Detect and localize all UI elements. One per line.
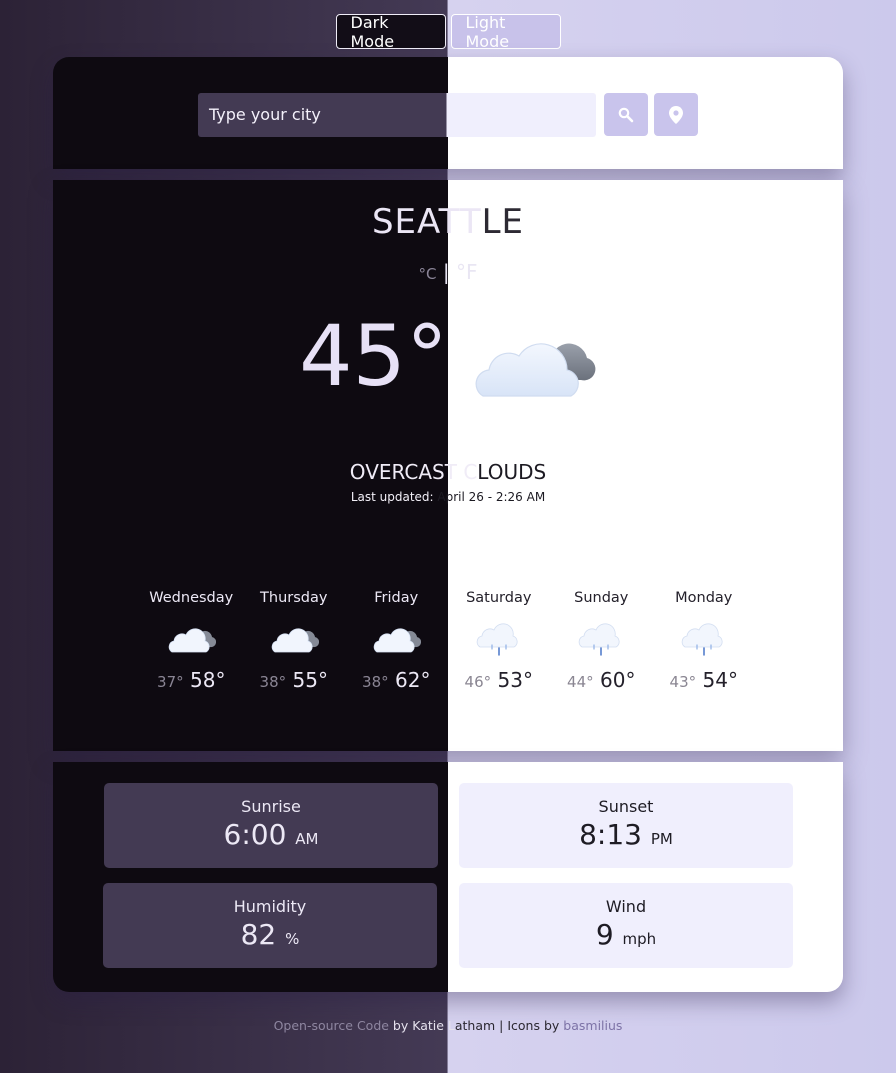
city-search-input[interactable]: Type your city: [198, 93, 596, 137]
wind-value: 9 mph: [595, 918, 657, 951]
celsius-link[interactable]: °C: [419, 265, 437, 283]
sunset-tile: Sunset 8:13 PM: [459, 783, 793, 868]
forecast-day: Wednesday 37° 58°: [140, 590, 243, 692]
location-pin-icon: [669, 105, 683, 124]
sunrise-label: Sunrise: [241, 797, 301, 816]
dark-mode-button[interactable]: Dark Mode: [335, 13, 446, 51]
overcast-clouds-icon: [471, 328, 596, 407]
forecast-temps: 37° 58°: [157, 668, 226, 692]
rain-cloud-icon: [550, 610, 653, 668]
search-button[interactable]: [604, 93, 648, 136]
cloudy-icon: [345, 610, 448, 668]
forecast-day: Monday 43° 54°: [653, 590, 756, 692]
fahrenheit-link[interactable]: °F: [456, 260, 478, 284]
forecast-day-name: Wednesday: [149, 590, 234, 606]
forecast-day: Friday 38° 62°: [345, 590, 448, 692]
forecast-day-name: Saturday: [466, 590, 532, 606]
forecast-day: Saturday 46° 53°: [448, 590, 551, 692]
city-name: SEATTLE: [371, 202, 525, 242]
humidity-value: 82 %: [240, 918, 300, 951]
footer: Open-source Code by Katie Latham | Icons…: [273, 1018, 623, 1033]
forecast-temps: 38° 55°: [259, 668, 328, 692]
source-code-link[interactable]: Open-source Code: [274, 1018, 389, 1033]
forecast-temps: 46° 53°: [464, 668, 533, 692]
current-location-button[interactable]: [654, 93, 698, 136]
wind-tile: Wind 9 mph: [459, 883, 793, 968]
sunset-value: 8:13 PM: [579, 818, 673, 851]
mode-toggle: Dark Mode Light Mode: [0, 13, 896, 51]
forecast-day-name: Thursday: [260, 590, 328, 606]
search-icon: [618, 107, 634, 122]
last-updated: Last updated: April 26 - 2:26 AM: [350, 490, 546, 504]
light-mode-button[interactable]: Light Mode: [450, 13, 561, 51]
wind-label: Wind: [605, 897, 647, 916]
forecast-row: Wednesday 37° 58° Thursday 38° 55° Frida…: [140, 590, 755, 692]
rain-cloud-icon: [653, 610, 756, 668]
forecast-day-name: Sunday: [574, 590, 629, 606]
humidity-tile: Humidity 82 %: [103, 883, 437, 968]
sunrise-tile: Sunrise 6:00 AM: [104, 783, 438, 868]
forecast-day: Sunday 44° 60°: [550, 590, 653, 692]
details-card: Sunrise 6:00 AM Sunset 8:13 PM Humidity …: [53, 762, 843, 992]
unit-toggle: °C | °F: [418, 260, 478, 284]
rain-cloud-icon: [448, 610, 551, 668]
current-temperature: 45°: [299, 307, 448, 405]
forecast-day: Thursday 38° 55°: [243, 590, 346, 692]
forecast-day-name: Monday: [675, 590, 733, 606]
humidity-label: Humidity: [233, 897, 307, 916]
forecast-temps: 44° 60°: [567, 668, 636, 692]
sunset-label: Sunset: [598, 797, 654, 816]
current-weather-card: SEATTLE °C | °F 45° OVERCAST CLOUDS Last…: [53, 180, 843, 751]
cloudy-icon: [140, 610, 243, 668]
cloudy-icon: [243, 610, 346, 668]
search-card: Type your city: [53, 57, 843, 169]
sunrise-value: 6:00 AM: [223, 818, 319, 851]
icons-author-link[interactable]: basmilius: [563, 1018, 622, 1033]
forecast-temps: 43° 54°: [669, 668, 738, 692]
weather-description: OVERCAST CLOUDS: [349, 460, 547, 484]
forecast-temps: 38° 62°: [362, 668, 431, 692]
forecast-day-name: Friday: [374, 590, 419, 606]
